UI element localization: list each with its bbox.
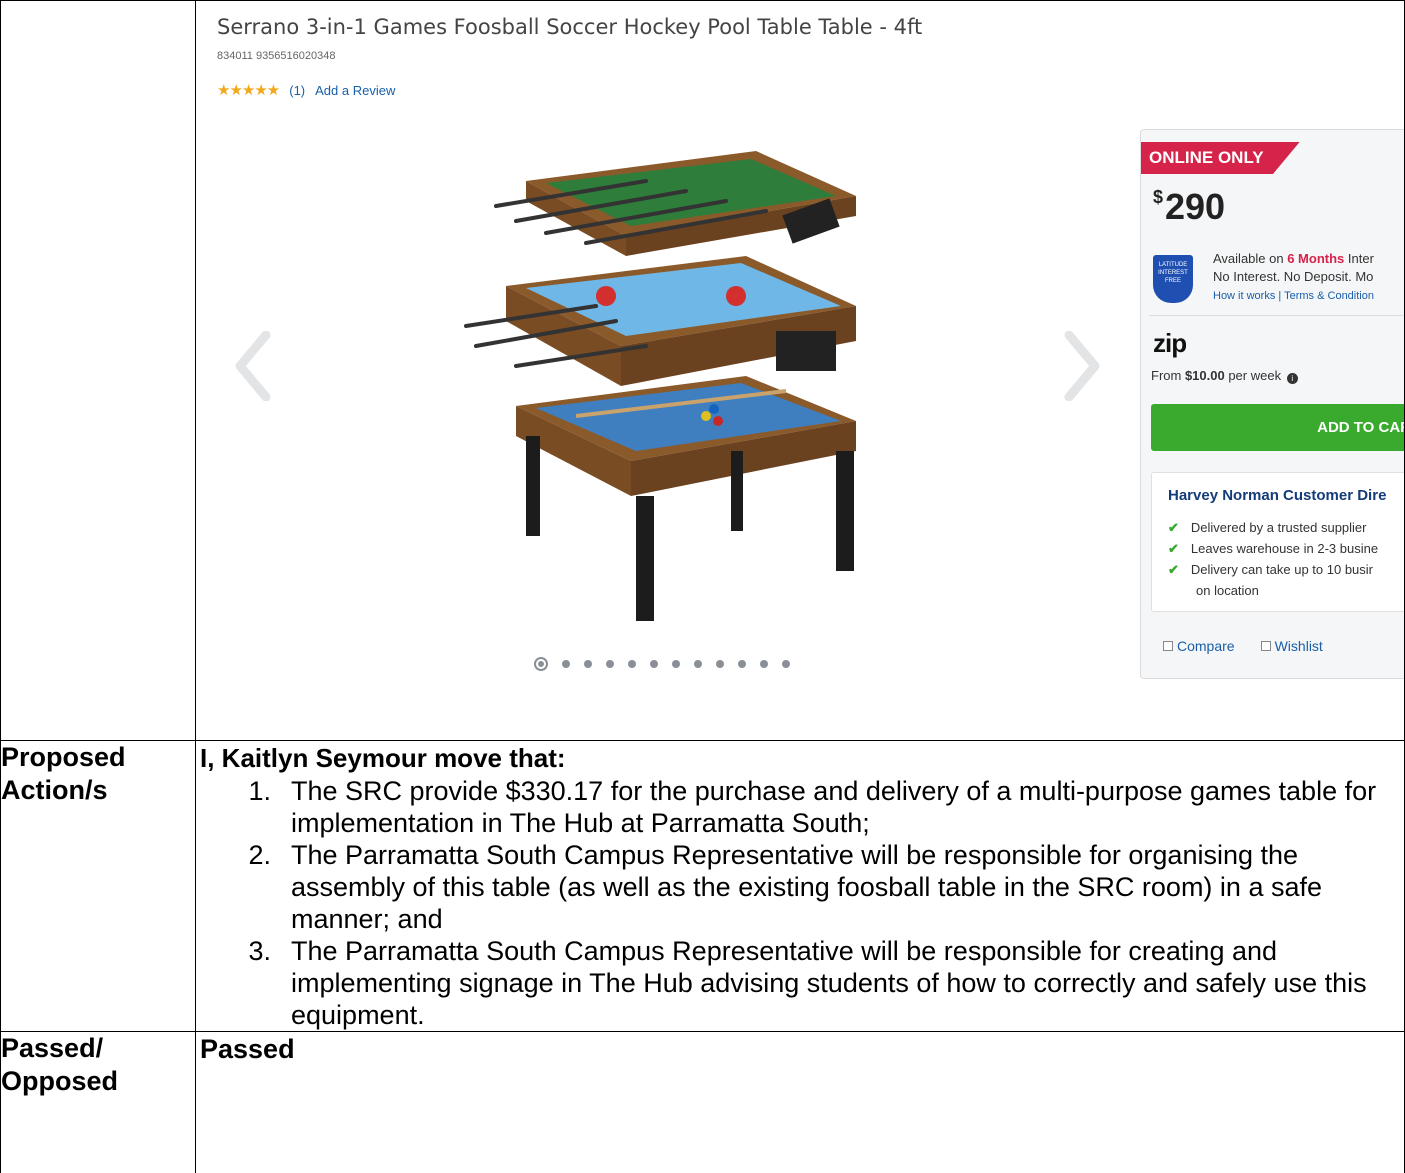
carousel-dot[interactable]: [760, 660, 768, 668]
price-value: 290: [1165, 186, 1226, 227]
carousel-dot[interactable]: [716, 660, 724, 668]
latitude-line2: No Interest. No Deposit. Mo: [1213, 269, 1374, 284]
passed-value: Passed: [200, 1034, 295, 1064]
motion-item: 1. The SRC provide $330.17 for the purcha…: [196, 775, 1404, 839]
motion-table: Serrano 3-in-1 Games Foosball Soccer Hoc…: [0, 0, 1405, 1173]
checkbox-icon: [1260, 641, 1271, 651]
product-page-screenshot: Serrano 3-in-1 Games Foosball Soccer Hoc…: [196, 1, 1404, 739]
checkbox-icon: [1163, 641, 1173, 651]
star-rating-icon: ★★★★★: [217, 82, 280, 99]
check-icon: ✔: [1168, 562, 1179, 577]
carousel-dots: [534, 657, 790, 671]
motion-item-text: The Parramatta South Campus Representati…: [291, 840, 1322, 934]
delivery-item-text: Delivery can take up to 10 busir: [1190, 562, 1374, 577]
purchase-panel: ONLINE ONLY $290 LATITUDE INTEREST FREE …: [1140, 129, 1404, 679]
latitude-info: Available on 6 Months Inter No Interest.…: [1213, 250, 1374, 305]
chevron-left-icon[interactable]: [234, 331, 274, 401]
delivery-item-extra: on location: [1168, 580, 1378, 601]
screenshot-row: Serrano 3-in-1 Games Foosball Soccer Hoc…: [0, 0, 1405, 741]
games-table-image: [464, 151, 856, 621]
delivery-title: Harvey Norman Customer Dire: [1168, 487, 1387, 504]
passed-label: Passed/ Opposed: [0, 1031, 196, 1173]
chevron-right-icon[interactable]: [1061, 331, 1101, 401]
delivery-item: ✔ Delivered by a trusted supplier: [1168, 517, 1378, 538]
motion-item-number: 1.: [248, 776, 271, 806]
latitude-months: 6 Months: [1287, 251, 1345, 266]
price-currency: $: [1153, 187, 1164, 207]
proposed-action-label: Proposed Action/s: [0, 740, 196, 1032]
delivery-item-text: Delivered by a trusted supplier: [1190, 520, 1367, 535]
delivery-item: ✔ Delivery can take up to 10 busir: [1168, 559, 1378, 580]
proposed-action-content: I, Kaitlyn Seymour move that: 1. The SRC …: [195, 740, 1405, 1032]
delivery-list: ✔ Delivered by a trusted supplier ✔ Leaves …: [1168, 517, 1378, 601]
carousel-dot[interactable]: [672, 660, 680, 668]
carousel-dot[interactable]: [628, 660, 636, 668]
motion-heading: I, Kaitlyn Seymour move that:: [200, 743, 566, 773]
zip-logo: zip: [1153, 328, 1187, 358]
latitude-line1-suffix: Inter: [1344, 251, 1374, 266]
check-icon: ✔: [1168, 520, 1179, 535]
carousel-dot[interactable]: [606, 660, 614, 668]
info-icon[interactable]: i: [1286, 373, 1298, 384]
screenshot-cell: Serrano 3-in-1 Games Foosball Soccer Hoc…: [195, 0, 1405, 741]
zip-suffix: per week: [1224, 368, 1282, 383]
delivery-item: ✔ Leaves warehouse in 2-3 busine: [1168, 538, 1378, 559]
delivery-info-box: Harvey Norman Customer Dire ✔ Delivered b…: [1151, 472, 1404, 612]
check-icon: ✔: [1168, 541, 1179, 556]
compare-checkbox[interactable]: Compare: [1163, 638, 1235, 654]
carousel-dot[interactable]: [694, 660, 702, 668]
add-to-cart-button[interactable]: ADD TO CAR: [1151, 404, 1404, 451]
carousel-dot[interactable]: [650, 660, 658, 668]
carousel-dot[interactable]: [738, 660, 746, 668]
motion-item: 3. The Parramatta South Campus Representa…: [196, 935, 1404, 1031]
passed-row: Passed/ Opposed Passed: [0, 1031, 1405, 1173]
latitude-logo: LATITUDE INTEREST FREE: [1153, 255, 1193, 303]
product-title: Serrano 3-in-1 Games Foosball Soccer Hoc…: [217, 15, 923, 39]
compare-wishlist: Compare Wishlist: [1163, 638, 1323, 654]
add-review-link[interactable]: Add a Review: [315, 83, 395, 98]
wishlist-checkbox[interactable]: Wishlist: [1260, 638, 1323, 654]
zip-info: From $10.00 per week i: [1151, 368, 1298, 384]
carousel-dot[interactable]: [534, 657, 548, 671]
wishlist-label: Wishlist: [1274, 638, 1323, 654]
carousel-dot[interactable]: [562, 660, 570, 668]
motion-item-number: 2.: [248, 840, 271, 870]
delivery-item-text: Leaves warehouse in 2-3 busine: [1190, 541, 1379, 556]
motion-item: 2. The Parramatta South Campus Representa…: [196, 839, 1404, 935]
review-count[interactable]: (1): [289, 83, 305, 98]
motion-item-number: 3.: [248, 936, 271, 966]
latitude-links[interactable]: How it works | Terms & Condition: [1213, 290, 1374, 302]
latitude-line1-prefix: Available on: [1213, 251, 1288, 266]
delivery-extra-text: on location: [1196, 583, 1259, 598]
zip-prefix: From: [1151, 368, 1185, 383]
rating-row: ★★★★★ (1) Add a Review: [217, 81, 395, 99]
compare-label: Compare: [1177, 638, 1235, 654]
panel-divider: [1149, 315, 1404, 316]
carousel-dot[interactable]: [584, 660, 592, 668]
product-sku: 834011 9356516020348: [217, 50, 336, 62]
motion-list: 1. The SRC provide $330.17 for the purcha…: [196, 775, 1404, 1031]
proposed-action-row: Proposed Action/s I, Kaitlyn Seymour mov…: [0, 740, 1405, 1032]
motion-item-text: The Parramatta South Campus Representati…: [291, 936, 1367, 1030]
online-only-badge: ONLINE ONLY: [1141, 142, 1300, 174]
zip-amount: $10.00: [1184, 368, 1225, 383]
motion-item-text: The SRC provide $330.17 for the purchase…: [291, 776, 1377, 838]
price: $290: [1153, 186, 1225, 228]
empty-label-cell: [0, 0, 196, 741]
passed-content: Passed: [195, 1031, 1405, 1173]
carousel-dot[interactable]: [782, 660, 790, 668]
